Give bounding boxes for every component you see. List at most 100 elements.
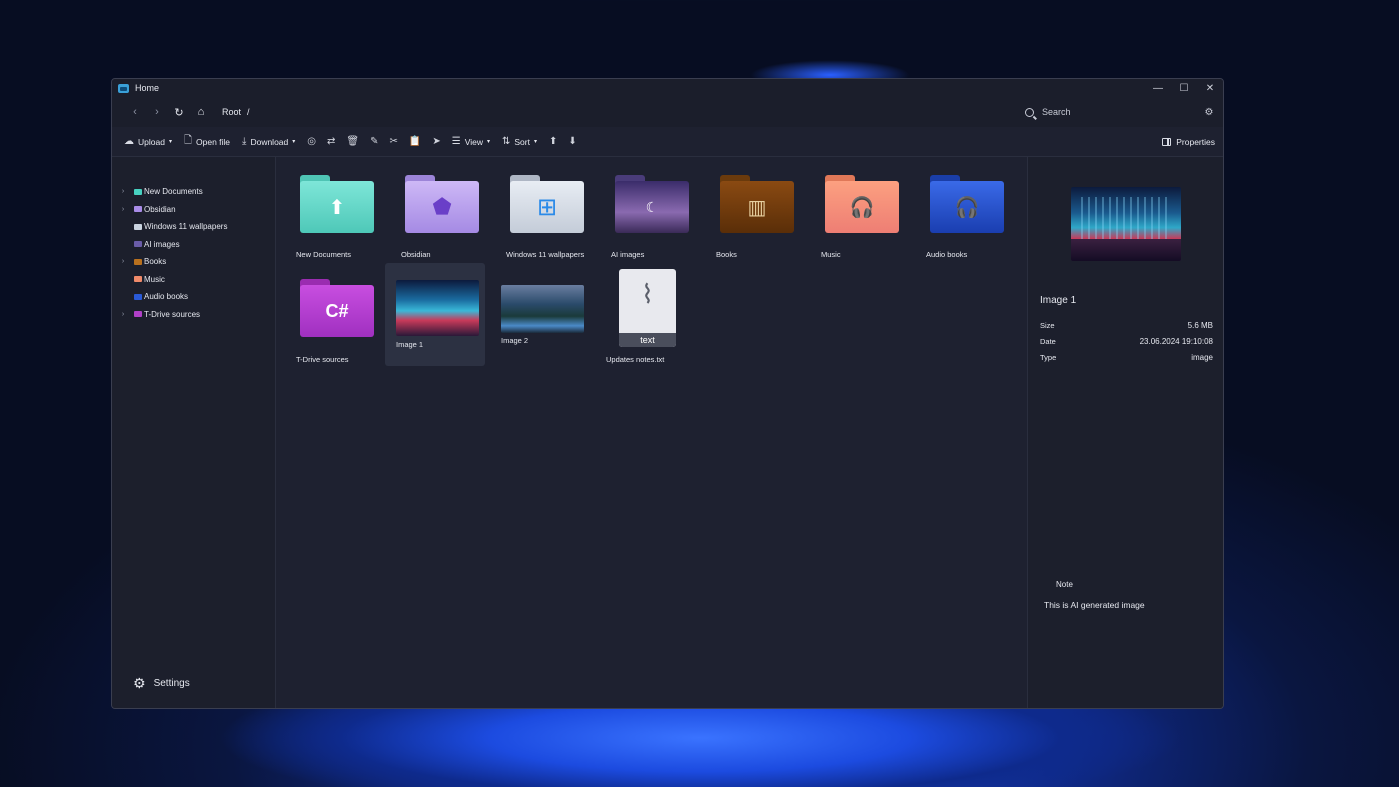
sidebar-item[interactable]: Music [112,271,275,289]
tile-label: AI images [611,250,645,259]
send-icon[interactable]: ➤ [432,136,440,147]
tile-label: Image 1 [396,340,424,349]
details-row-date: Date 23.06.2024 19:10:08 [1040,337,1213,346]
chevron-right-icon[interactable]: › [112,258,134,265]
sidebar-item[interactable]: › Books [112,253,275,271]
properties-button[interactable]: Properties [1162,137,1215,147]
delete-icon[interactable]: 🗑 [346,136,359,147]
headphones-icon: 🎧 [825,181,899,233]
maximize-button[interactable]: ☐ [1171,83,1197,94]
sidebar-item-label: Obsidian [144,204,176,214]
sidebar-item[interactable]: › New Documents [112,183,275,201]
open-file-button[interactable]: 🗋 Open file [184,133,230,150]
chevron-right-icon[interactable]: › [112,206,134,213]
sidebar-item[interactable]: › Obsidian [112,201,275,219]
file-tile[interactable]: ⌇ text Updates notes.txt [600,269,700,369]
details-file-name: Image 1 [1040,295,1077,306]
refresh-button[interactable]: ↻ [168,106,190,119]
tile-label: Obsidian [401,250,431,259]
view-label: View [464,136,483,147]
folder-icon: ⬆ [300,175,374,233]
side-panel-icon [1162,137,1172,146]
breadcrumb-separator: / [247,107,250,117]
rename-icon[interactable]: ✎ [370,136,378,147]
image-thumbnail [396,280,479,336]
details-value: 23.06.2024 19:10:08 [1139,337,1213,346]
window-title: Home [135,83,160,93]
sidebar-item[interactable]: AI images [112,236,275,254]
chevron-right-icon[interactable]: › [112,188,134,195]
sidebar-item-label: Music [144,274,165,284]
headphones-icon: 🎧 [930,181,1004,233]
chevron-down-icon: ▾ [292,139,296,145]
file-icon: 🗋 [183,135,192,146]
paperclip-icon: ⌇ [641,279,654,309]
download-button[interactable]: ⤓ Download ▾ [242,136,295,147]
title-bar: Home — ☐ ✕ [112,79,1223,97]
upload-button[interactable]: ☁ Upload ▾ [124,136,172,147]
cloud-upload-icon: ⬆ [300,181,374,233]
home-button[interactable]: ⌂ [190,106,212,118]
chevron-right-icon[interactable]: › [112,311,134,318]
sort-icon: ⇅ [502,136,511,147]
sidebar-item-label: Windows 11 wallpapers [144,222,228,232]
move-down-icon[interactable]: ⬇ [568,136,576,147]
cut-icon[interactable]: ✂ [390,136,398,147]
move-to-icon[interactable]: ⇄ [327,136,335,147]
folder-tile[interactable]: ⬆ New Documents [290,169,390,261]
folder-icon: ⬟ [405,175,479,233]
search-input[interactable] [1042,107,1152,117]
folder-icon: ⊞ [510,175,584,233]
image-tile[interactable]: Image 2 [495,273,595,369]
sidebar-item[interactable]: Windows 11 wallpapers [112,218,275,236]
view-button[interactable]: ☰ View ▾ [452,136,490,147]
minimize-button[interactable]: — [1145,83,1171,94]
cloud-upload-icon: ☁ [124,136,134,147]
close-button[interactable]: ✕ [1197,83,1223,94]
folder-tile[interactable]: C# T-Drive sources [290,273,390,369]
search-icon [1025,107,1034,117]
sidebar-item[interactable]: › T-Drive sources [112,306,275,324]
books-icon: ▥ [720,181,794,233]
palette-icon[interactable]: ◎ [307,136,316,147]
folder-icon [134,223,142,230]
folder-icon [134,258,142,265]
folder-tile[interactable]: 🎧 Audio books [920,169,1020,261]
search-box[interactable] [1025,107,1195,117]
tile-label: Music [821,250,841,259]
folder-tile[interactable]: 🎧 Music [815,169,915,261]
file-grid: ⬆ New Documents ⬟ Obsidian ⊞ Windows 11 … [276,157,1028,708]
paste-icon[interactable]: 📋 [409,136,421,147]
toolbar: ☁ Upload ▾ 🗋 Open file ⤓ Download ▾ ◎ ⇄ … [112,127,1223,157]
move-up-icon[interactable]: ⬆ [549,136,557,147]
obsidian-gem-icon: ⬟ [405,181,479,233]
settings-label: Settings [153,678,190,689]
download-icon: ⤓ [242,136,247,147]
sidebar-item[interactable]: Audio books [112,288,275,306]
back-button[interactable]: ‹ [124,106,146,118]
filter-settings-icon[interactable]: ⚙ [1195,107,1223,118]
forward-button[interactable]: › [146,106,168,118]
folder-tile[interactable]: ▥ Books [710,169,810,261]
folder-tile[interactable]: ☾ AI images [605,169,705,261]
breadcrumb-root[interactable]: Root [222,107,241,117]
folder-icon [134,241,142,248]
tile-label: New Documents [296,250,352,259]
note-text[interactable]: This is AI generated image [1044,600,1145,610]
details-row-size: Size 5.6 MB [1040,321,1213,330]
open-file-label: Open file [196,136,231,147]
image-tile-selected[interactable]: Image 1 [385,263,485,366]
settings-button[interactable]: ⚙ Settings [133,675,190,692]
folder-icon: 🎧 [825,175,899,233]
folder-tile[interactable]: ⊞ Windows 11 wallpapers [500,169,600,261]
folder-icon [134,188,142,195]
details-row-type: Type image [1040,353,1213,362]
folder-icon: C# [300,279,374,337]
moon-icon: ☾ [615,181,689,233]
sort-button[interactable]: ⇅ Sort ▾ [502,136,537,147]
sidebar-item-label: New Documents [144,187,203,197]
main-area: › New Documents › Obsidian Windows 11 wallpa… [112,157,1223,708]
folder-tree: › New Documents › Obsidian Windows 11 wallpa… [112,157,276,708]
folder-tile[interactable]: ⬟ Obsidian [395,169,495,261]
app-folder-icon [118,83,129,93]
